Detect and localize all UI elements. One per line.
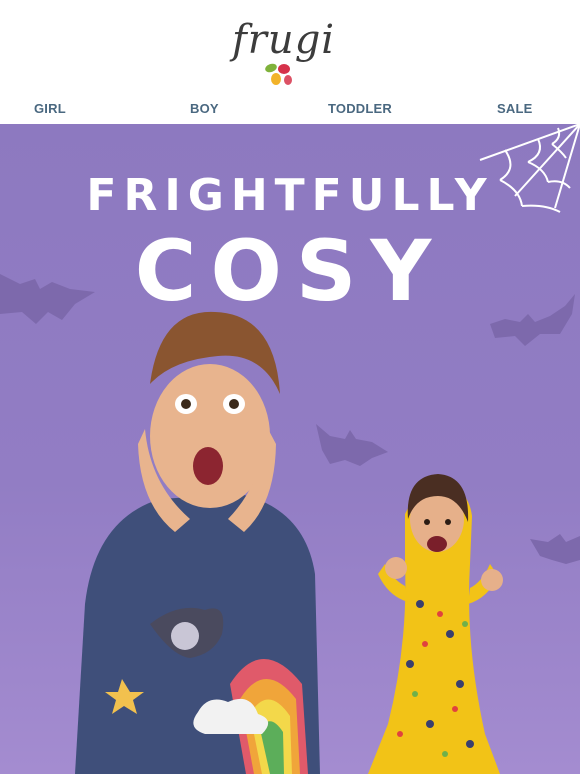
- nav-link-toddler[interactable]: TODDLER: [328, 101, 392, 116]
- girl-figure: [368, 474, 503, 774]
- hero-banner[interactable]: FRIGHTFULLY COSY: [0, 124, 580, 774]
- nav-link-girl[interactable]: GIRL: [34, 101, 66, 116]
- nav-link-sale[interactable]: SALE: [497, 101, 532, 116]
- logo-wordmark: frugi: [232, 17, 336, 63]
- hero-headline-line2: COSY: [134, 222, 446, 320]
- hero-headline-line1: FRIGHTFULLY: [86, 170, 494, 221]
- frugi-logo[interactable]: frugi: [232, 18, 342, 90]
- boy-figure: [75, 311, 320, 774]
- category-nav: GIRL BOY TODDLER SALE: [0, 96, 580, 124]
- email-header: frugi: [0, 0, 580, 96]
- nav-link-boy[interactable]: BOY: [190, 101, 219, 116]
- leaves-icon: [265, 63, 292, 85]
